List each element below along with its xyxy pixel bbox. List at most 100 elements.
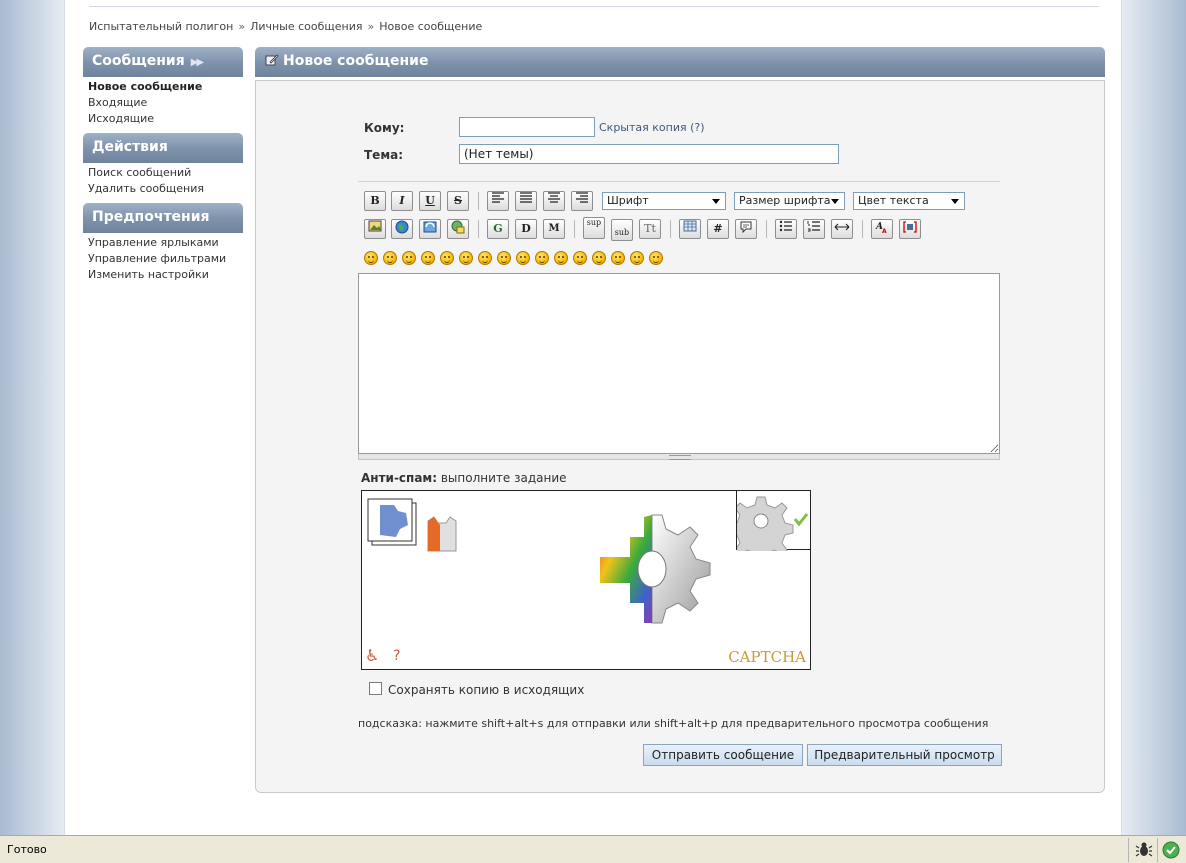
captcha-piece-icon[interactable] bbox=[366, 495, 476, 555]
horizontal-rule-icon[interactable] bbox=[831, 219, 853, 239]
subject-input[interactable] bbox=[459, 144, 839, 164]
smiley-icon[interactable] bbox=[383, 251, 397, 265]
table-icon[interactable] bbox=[679, 219, 701, 239]
svg-text:A: A bbox=[882, 228, 887, 234]
bullet-list-icon[interactable] bbox=[775, 219, 797, 239]
status-bar: Готово bbox=[0, 835, 1186, 863]
g-button[interactable]: G bbox=[487, 219, 509, 239]
smiley-icon[interactable] bbox=[459, 251, 473, 265]
toolbar-separator bbox=[478, 192, 479, 210]
quote-icon[interactable] bbox=[735, 219, 757, 239]
email-link-icon[interactable] bbox=[419, 219, 441, 239]
sidebar-list-actions: Поиск сообщений Удалить сообщения bbox=[88, 165, 248, 197]
breadcrumb-item-current: Новое сообщение bbox=[379, 20, 483, 33]
smiley-icon[interactable] bbox=[573, 251, 587, 265]
sidebar-section-messages-header[interactable]: Сообщения ▶▶ bbox=[83, 47, 243, 77]
sidebar-list-preferences: Управление ярлыками Управление фильтрами… bbox=[88, 235, 248, 283]
smiley-icon[interactable] bbox=[478, 251, 492, 265]
spoiler-icon[interactable] bbox=[899, 219, 921, 239]
to-input[interactable] bbox=[459, 117, 595, 137]
sidebar-section-preferences-header[interactable]: Предпочтения bbox=[83, 203, 243, 233]
smiley-icon[interactable] bbox=[421, 251, 435, 265]
bcc-link[interactable]: Скрытая копия (?) bbox=[599, 121, 705, 134]
smiley-icon[interactable] bbox=[649, 251, 663, 265]
captcha-box[interactable]: ♿ ? CAPTCHA bbox=[361, 490, 811, 670]
smiley-icon[interactable] bbox=[554, 251, 568, 265]
sidebar-item-manage-labels[interactable]: Управление ярлыками bbox=[88, 235, 248, 251]
sidebar-item-inbox[interactable]: Входящие bbox=[88, 95, 248, 111]
superscript-button[interactable]: sup bbox=[583, 217, 605, 239]
collapse-arrows-icon[interactable]: ▶▶ bbox=[191, 57, 204, 68]
captcha-help-icon[interactable]: ? bbox=[393, 648, 400, 664]
sidebar-item-search-messages[interactable]: Поиск сообщений bbox=[88, 165, 248, 181]
send-button[interactable]: Отправить сообщение bbox=[643, 744, 803, 766]
subscript-button[interactable]: sub bbox=[611, 219, 633, 241]
bug-icon[interactable] bbox=[1135, 841, 1153, 859]
smiley-icon[interactable] bbox=[364, 251, 378, 265]
accessibility-icon[interactable]: ♿ bbox=[365, 646, 379, 665]
captcha-logo: CAPTCHA bbox=[728, 648, 806, 666]
toolbar-separator bbox=[862, 220, 863, 238]
smiley-icon[interactable] bbox=[630, 251, 644, 265]
status-text: Готово bbox=[7, 843, 47, 856]
smiley-icon[interactable] bbox=[440, 251, 454, 265]
sidebar-section-actions-header[interactable]: Действия bbox=[83, 133, 243, 163]
smiley-icon[interactable] bbox=[516, 251, 530, 265]
align-justify-icon[interactable] bbox=[515, 191, 537, 211]
smiley-icon[interactable] bbox=[592, 251, 606, 265]
save-copy-checkbox[interactable] bbox=[369, 682, 382, 695]
text-color-select-value: Цвет текста bbox=[858, 194, 929, 207]
font-select[interactable]: Шрифт bbox=[602, 192, 726, 210]
breadcrumb-item-home[interactable]: Испытательный полигон bbox=[89, 20, 233, 33]
strike-button[interactable]: S bbox=[447, 191, 469, 211]
breadcrumb-item-pm[interactable]: Личные сообщения bbox=[250, 20, 362, 33]
italic-button[interactable]: I bbox=[391, 191, 413, 211]
captcha-target-box bbox=[728, 490, 811, 562]
smiley-icon[interactable] bbox=[611, 251, 625, 265]
code-hash-button[interactable]: # bbox=[707, 219, 729, 239]
chevron-down-icon bbox=[951, 199, 959, 204]
smiley-icon[interactable] bbox=[402, 251, 416, 265]
toolbar-separator bbox=[574, 220, 575, 238]
underline-button[interactable]: U bbox=[419, 191, 441, 211]
toolbar-separator bbox=[478, 220, 479, 238]
align-center-icon[interactable] bbox=[543, 191, 565, 211]
captcha-target-gear-icon bbox=[728, 496, 809, 562]
m-button[interactable]: M bbox=[543, 219, 565, 239]
message-textarea[interactable] bbox=[358, 273, 1000, 454]
captcha-gear-icon[interactable] bbox=[594, 509, 714, 629]
bold-button[interactable]: B bbox=[364, 191, 386, 211]
align-right-icon[interactable] bbox=[571, 191, 593, 211]
smiley-icon[interactable] bbox=[535, 251, 549, 265]
image-icon[interactable] bbox=[364, 219, 386, 239]
resize-grip[interactable] bbox=[358, 454, 1000, 460]
compose-form: Кому: Скрытая копия (?) Тема: B I U S Шр… bbox=[255, 80, 1105, 793]
link-globe-icon[interactable] bbox=[391, 219, 413, 239]
subject-label: Тема: bbox=[364, 148, 404, 162]
preview-button[interactable]: Предварительный просмотр bbox=[807, 744, 1002, 766]
sidebar-section-title: Сообщения bbox=[92, 53, 185, 69]
check-circle-icon[interactable] bbox=[1162, 841, 1180, 859]
sidebar-item-new-message[interactable]: Новое сообщение bbox=[88, 79, 248, 95]
breadcrumb: Испытательный полигон » Личные сообщения » Н… bbox=[89, 20, 482, 33]
sidebar-item-manage-filters[interactable]: Управление фильтрами bbox=[88, 251, 248, 267]
d-button[interactable]: D bbox=[515, 219, 537, 239]
remove-format-icon[interactable]: AA bbox=[871, 219, 893, 239]
attach-icon[interactable] bbox=[447, 219, 469, 239]
teletype-button[interactable]: Tt bbox=[639, 219, 661, 239]
sidebar-item-sent[interactable]: Исходящие bbox=[88, 111, 248, 127]
font-size-select[interactable]: Размер шрифта bbox=[734, 192, 845, 210]
toolbar-separator bbox=[766, 220, 767, 238]
font-size-select-value: Размер шрифта bbox=[739, 194, 831, 207]
breadcrumb-separator: » bbox=[238, 20, 246, 33]
numbered-list-icon[interactable] bbox=[803, 219, 825, 239]
compose-icon bbox=[265, 53, 279, 67]
top-divider bbox=[89, 6, 1099, 7]
toolbar-separator bbox=[670, 220, 671, 238]
sidebar-item-edit-settings[interactable]: Изменить настройки bbox=[88, 267, 248, 283]
text-color-select[interactable]: Цвет текста bbox=[853, 192, 965, 210]
smiley-icon[interactable] bbox=[497, 251, 511, 265]
breadcrumb-separator: » bbox=[367, 20, 375, 33]
align-left-icon[interactable] bbox=[487, 191, 509, 211]
sidebar-item-delete-messages[interactable]: Удалить сообщения bbox=[88, 181, 248, 197]
